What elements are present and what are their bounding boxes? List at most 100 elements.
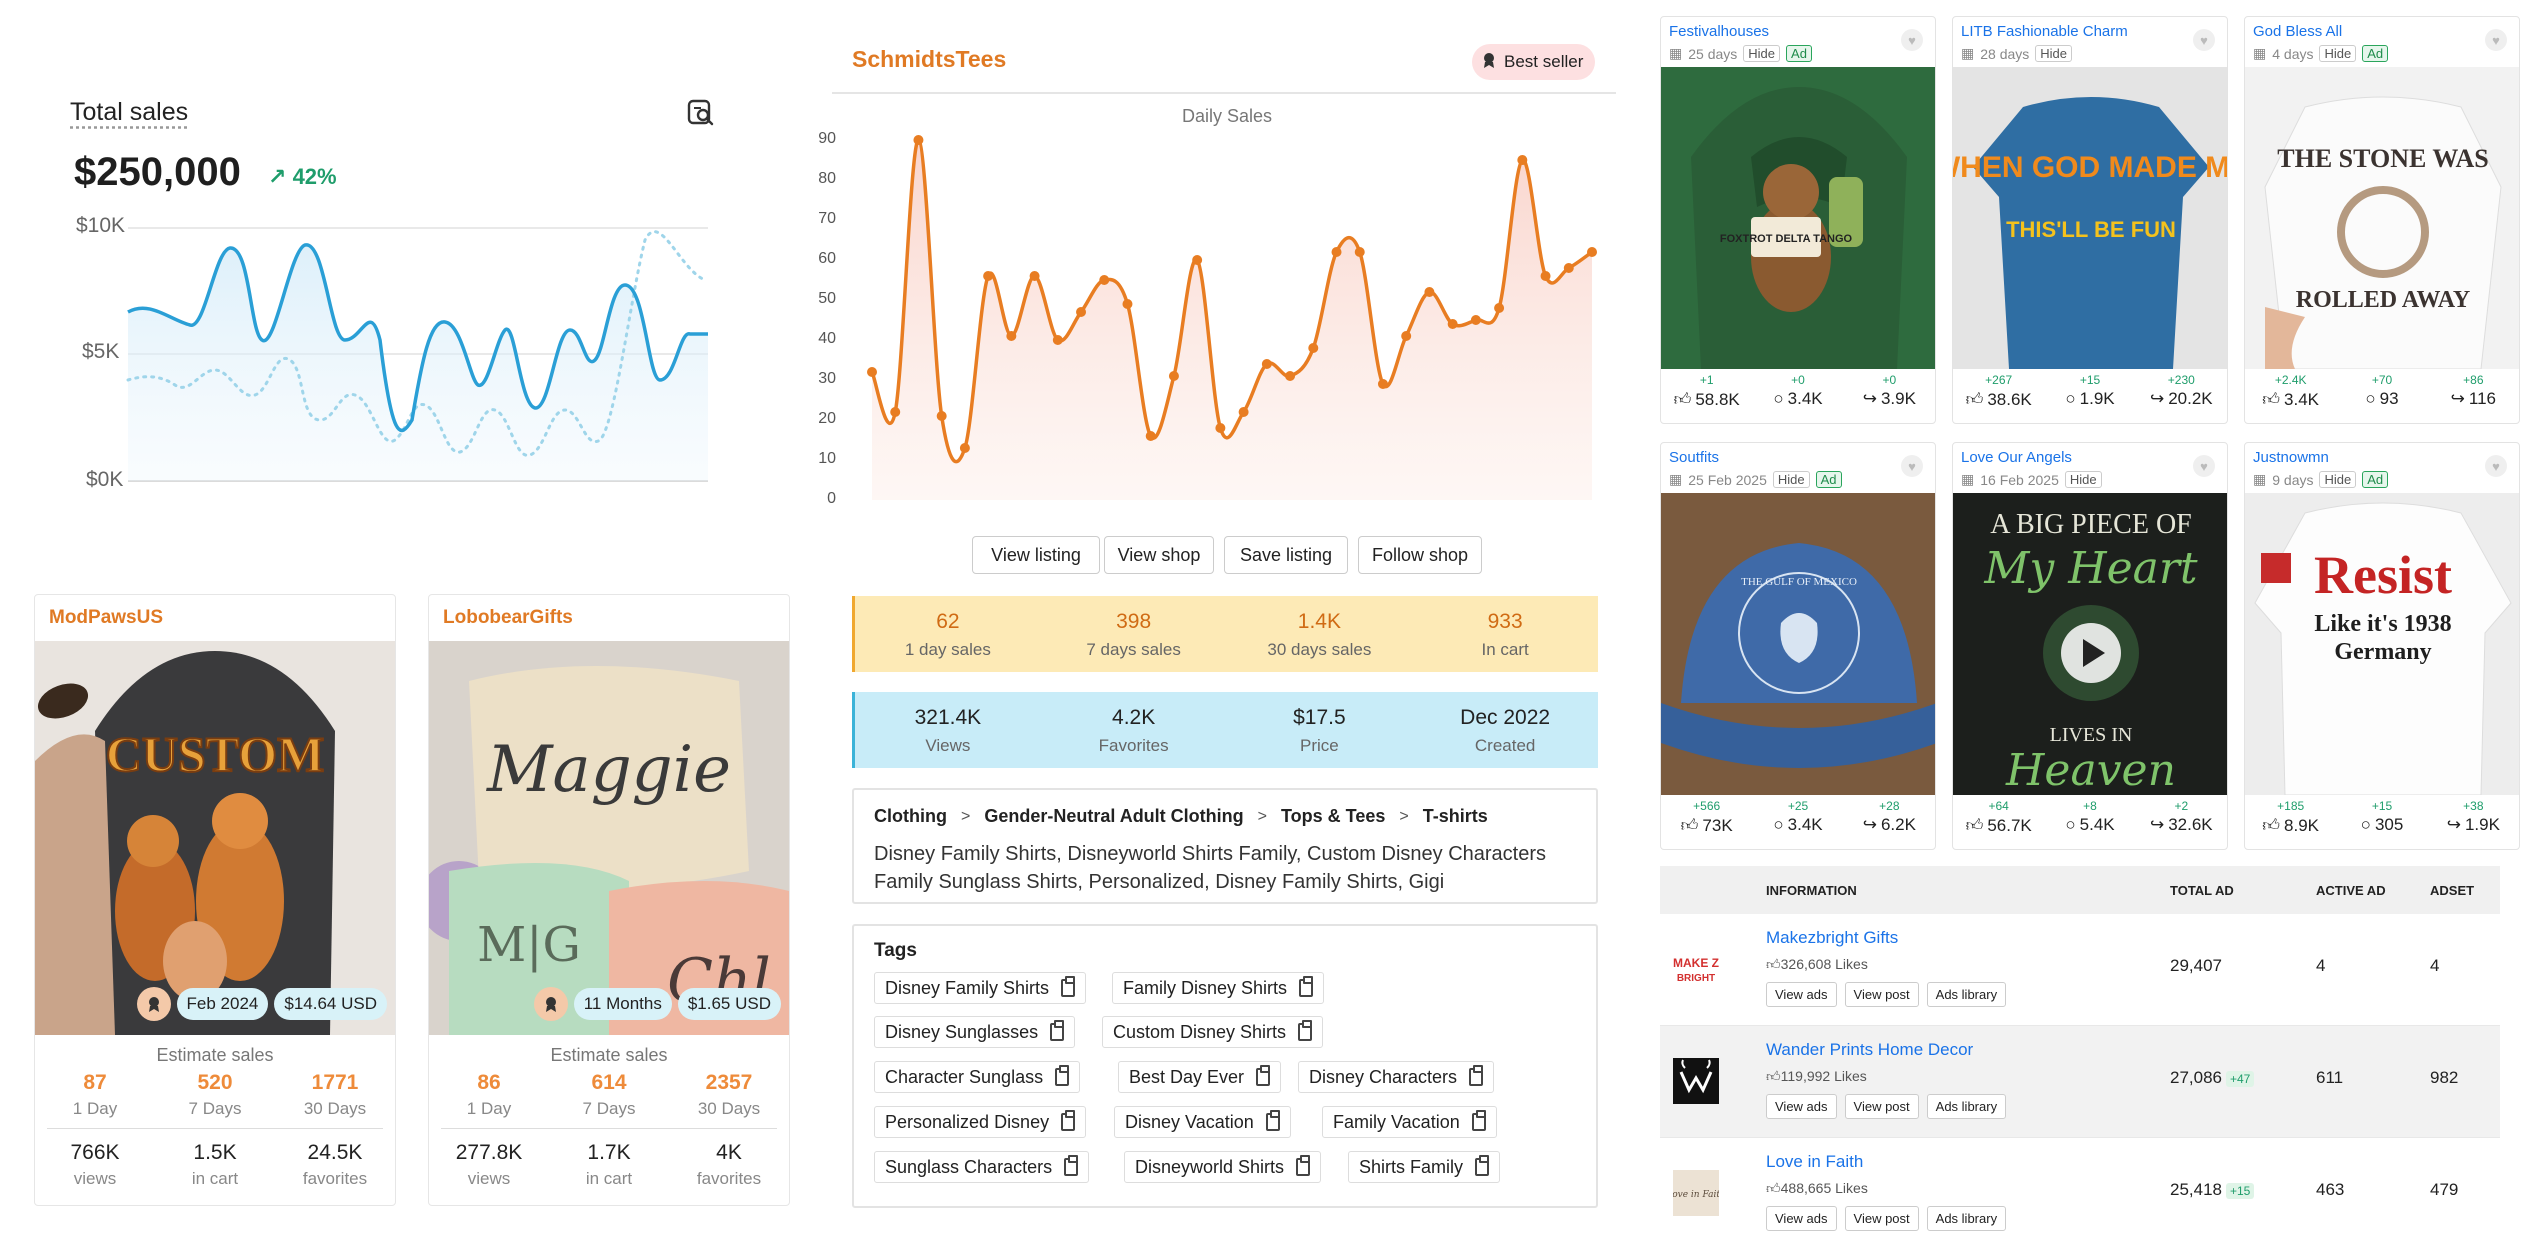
tag-chip[interactable]: Sunglass Characters [874,1151,1090,1183]
daily-sales-point[interactable] [1540,271,1551,281]
save-listing-button[interactable]: Save listing [1224,536,1348,574]
ad-image[interactable]: Resist Like it's 1938 Germany [2245,493,2519,795]
daily-sales-point[interactable] [890,407,901,417]
daily-sales-point[interactable] [1447,319,1458,329]
daily-sales-point[interactable] [1168,371,1179,381]
daily-sales-point[interactable] [1401,331,1412,341]
tag-chip[interactable]: Disney Vacation [1114,1106,1291,1138]
tag-chip[interactable]: Custom Disney Shirts [1102,1016,1324,1048]
heart-icon[interactable]: ♥ [1901,455,1923,477]
tag-chip[interactable]: Family Vacation [1322,1106,1497,1138]
hide-button[interactable]: Hide [1743,45,1781,62]
column-header[interactable]: INFORMATION [1766,883,1857,898]
shop-card-lobobeargifts[interactable]: LobobearGifts Maggie M|G Chl 11 Months $… [428,594,790,1206]
ad-image[interactable]: FOXTROT DELTA TANGO [1661,67,1935,369]
daily-sales-point[interactable] [1006,331,1017,341]
clipboard-icon[interactable] [1298,1020,1313,1041]
breadcrumb-item[interactable]: Gender-Neutral Adult Clothing [984,806,1243,827]
clipboard-icon[interactable] [1055,1065,1070,1086]
table-row[interactable]: Love in Faith Love in Faith 👍︎488,665 Li… [1660,1138,2500,1248]
tag-chip[interactable]: Disney Sunglasses [874,1016,1076,1048]
ad-card[interactable]: Festivalhouses ▦ 25 days Hide Ad ♥ FOXTROT … [1660,16,1936,424]
daily-sales-point[interactable] [867,367,877,377]
breadcrumb-item[interactable]: Tops & Tees [1281,806,1385,827]
daily-sales-point[interactable] [1145,431,1156,441]
column-header[interactable]: ACTIVE AD [2316,883,2386,898]
daily-sales-point[interactable] [1192,255,1203,265]
daily-sales-point[interactable] [1587,247,1597,257]
ad-card[interactable]: LITB Fashionable Charm ▦ 28 days Hide ♥ WH… [1952,16,2228,424]
daily-sales-point[interactable] [983,271,994,281]
advertiser-name[interactable]: Festivalhouses [1669,23,1769,40]
advertiser-name[interactable]: Soutfits [1669,449,1719,466]
advertiser-name-link[interactable]: Wander Prints Home Decor [1766,1040,1973,1060]
daily-sales-point[interactable] [1354,247,1365,257]
heart-icon[interactable]: ♥ [2193,29,2215,51]
hide-button[interactable]: Hide [2035,45,2073,62]
clipboard-icon[interactable] [1475,1155,1490,1176]
daily-sales-point[interactable] [1517,155,1528,165]
tag-chip[interactable]: Shirts Family [1348,1151,1501,1183]
ads-library-button[interactable]: Ads library [1926,1206,2007,1231]
clipboard-icon[interactable] [1265,1110,1280,1131]
daily-sales-point[interactable] [959,443,970,453]
daily-sales-point[interactable] [936,411,947,421]
view-shop-button[interactable]: View shop [1104,536,1214,574]
tag-chip[interactable]: Best Day Ever [1118,1061,1282,1093]
column-header[interactable]: ADSET [2430,883,2474,898]
daily-sales-point[interactable] [1424,287,1435,297]
ad-card[interactable]: Soutfits ▦ 25 Feb 2025 Hide Ad ♥ THE GULF O… [1660,442,1936,850]
column-header[interactable]: TOTAL AD [2170,883,2234,898]
daily-sales-point[interactable] [1563,263,1574,273]
daily-sales-point[interactable] [1261,359,1272,369]
daily-sales-point[interactable] [1099,275,1110,285]
breadcrumb-item[interactable]: T-shirts [1423,806,1488,827]
shop-name[interactable]: LobobearGifts [443,607,573,629]
tag-chip[interactable]: Disney Characters [1298,1061,1495,1093]
ad-card[interactable]: Love Our Angels ▦ 16 Feb 2025 Hide ♥ A BIG… [1952,442,2228,850]
view-post-button[interactable]: View post [1844,1206,1919,1231]
ad-card[interactable]: Justnowmn ▦ 9 days Hide Ad ♥ Resist Like it'… [2244,442,2520,850]
clipboard-icon[interactable] [1050,1020,1065,1041]
tag-chip[interactable]: Disneyworld Shirts [1124,1151,1322,1183]
hide-button[interactable]: Hide [2064,471,2102,488]
heart-icon[interactable]: ♥ [1901,29,1923,51]
hide-button[interactable]: Hide [2319,471,2357,488]
advertiser-name[interactable]: Justnowmn [2253,449,2329,466]
product-image[interactable]: Maggie M|G Chl [429,641,789,1035]
daily-sales-point[interactable] [1331,247,1342,257]
daily-sales-point[interactable] [1076,307,1087,317]
ads-library-button[interactable]: Ads library [1926,982,2007,1007]
view-ads-button[interactable]: View ads [1766,1206,1837,1231]
tag-chip[interactable]: Character Sunglass [874,1061,1081,1093]
breadcrumb-item[interactable]: Clothing [874,806,947,827]
follow-shop-button[interactable]: Follow shop [1358,536,1482,574]
view-ads-button[interactable]: View ads [1766,982,1837,1007]
ad-image[interactable]: THE STONE WAS ROLLED AWAY [2245,67,2519,369]
clipboard-icon[interactable] [1296,1155,1311,1176]
view-ads-button[interactable]: View ads [1766,1094,1837,1119]
ad-image[interactable]: A BIG PIECE OF My Heart LIVES IN Heaven [1953,493,2227,795]
daily-sales-point[interactable] [1238,407,1249,417]
clipboard-icon[interactable] [1061,1110,1076,1131]
view-post-button[interactable]: View post [1844,982,1919,1007]
clipboard-icon[interactable] [1469,1065,1484,1086]
daily-sales-point[interactable] [913,135,924,145]
advertiser-name-link[interactable]: Love in Faith [1766,1152,1863,1172]
tag-chip[interactable]: Family Disney Shirts [1112,972,1325,1004]
ads-library-button[interactable]: Ads library [1926,1094,2007,1119]
daily-sales-point[interactable] [1122,299,1133,309]
tag-chip[interactable]: Disney Family Shirts [874,972,1087,1004]
daily-sales-point[interactable] [1215,423,1226,433]
advertiser-name-link[interactable]: Makezbright Gifts [1766,928,1898,948]
daily-sales-point[interactable] [1377,379,1388,389]
heart-icon[interactable]: ♥ [2485,29,2507,51]
tag-chip[interactable]: Personalized Disney [874,1106,1087,1138]
clipboard-icon[interactable] [1471,1110,1486,1131]
clipboard-icon[interactable] [1299,976,1314,997]
table-row[interactable]: MAKE Z BRIGHT Makezbright Gifts 👍︎326,608… [1660,914,2500,1026]
clipboard-icon[interactable] [1064,1155,1079,1176]
view-post-button[interactable]: View post [1844,1094,1919,1119]
heart-icon[interactable]: ♥ [2485,455,2507,477]
heart-icon[interactable]: ♥ [2193,455,2215,477]
